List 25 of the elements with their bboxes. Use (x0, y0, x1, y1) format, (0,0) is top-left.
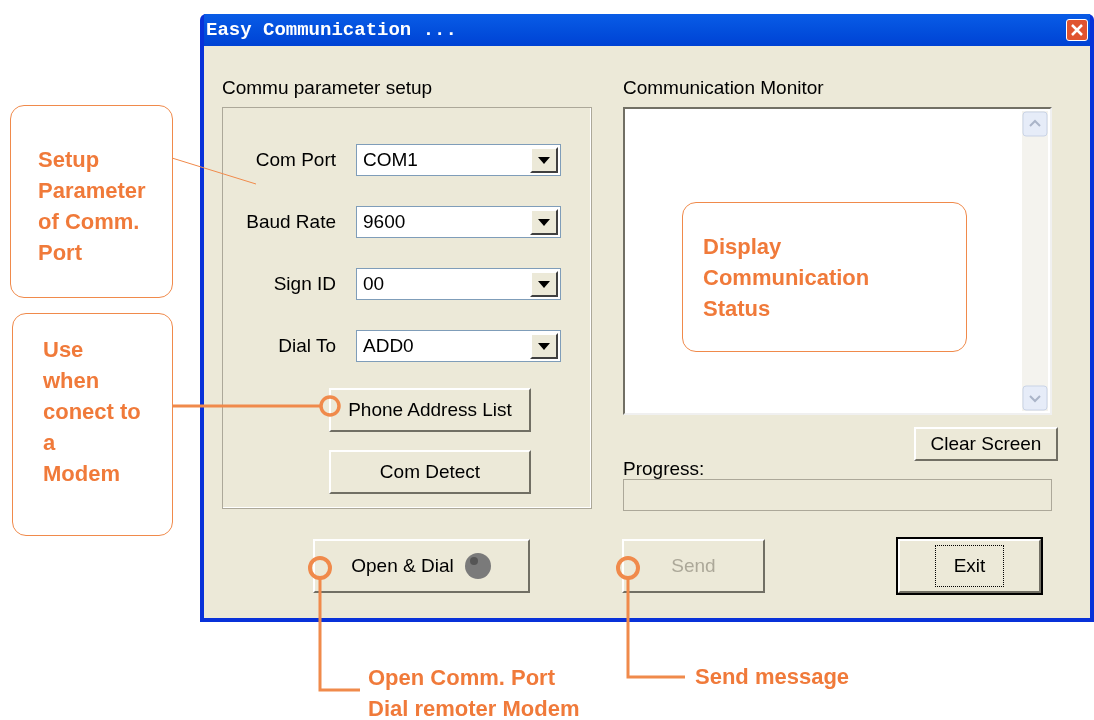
footer-button[interactable]: Exit (898, 539, 1041, 593)
action-button[interactable]: Phone Address List (329, 388, 531, 432)
callout-text: Send message (695, 663, 850, 691)
field-label: Com Port (255, 147, 336, 172)
field-label: Sign ID (273, 271, 336, 296)
dropdown[interactable]: ADD0 (356, 330, 561, 362)
field-label: Baud Rate (246, 209, 336, 234)
progress-label: Progress: (623, 457, 706, 479)
callout-box: Display Communication Status (682, 202, 967, 352)
callout-text: Open Comm. Port Dial remoter Modem (368, 664, 580, 720)
dropdown[interactable]: 9600 (356, 206, 561, 238)
footer-button[interactable]: Open & Dial (313, 539, 530, 593)
clear-screen-button[interactable]: Clear Screen (914, 427, 1058, 461)
callout-box: Use when conect to a Modem (12, 313, 173, 536)
section-heading: Commu parameter setup (222, 76, 434, 100)
close-icon (1071, 24, 1083, 36)
window-title: Easy Communication ... (206, 17, 457, 43)
status-led-icon (463, 552, 492, 580)
action-button[interactable]: Com Detect (329, 450, 531, 494)
field-label: Dial To (278, 333, 336, 358)
dropdown[interactable]: COM1 (356, 144, 561, 176)
section-heading: Communication Monitor (623, 76, 825, 100)
dropdown[interactable]: 00 (356, 268, 561, 300)
close-button[interactable] (1066, 19, 1088, 41)
callout-box: Setup Parameter of Comm. Port (10, 105, 173, 298)
